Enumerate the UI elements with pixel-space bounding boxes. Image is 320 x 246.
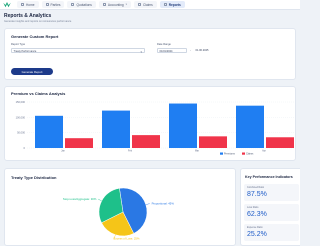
nav-label: Quotations bbox=[76, 2, 92, 7]
kpi-label: Expense Ratio bbox=[247, 226, 263, 229]
main-nav: Home Parties Quotations Accounting ▾ Cla… bbox=[17, 1, 185, 8]
kpi-label: Combined Ratio bbox=[247, 186, 265, 189]
generate-report-title: Generate Custom Report bbox=[11, 34, 59, 39]
pie-label: Proportional: 45% bbox=[152, 202, 175, 206]
date-to-input[interactable]: 01.06.2025 bbox=[194, 48, 228, 53]
treaty-distribution-card: Treaty Type Distribution Proportional: 4… bbox=[4, 168, 236, 246]
bar-claims bbox=[132, 135, 160, 148]
kpi-combined-ratio: Combined Ratio 87.5% bbox=[244, 184, 299, 201]
y-tick-label: 0 bbox=[24, 146, 26, 150]
generate-report-card: Generate Custom Report Report Type Treat… bbox=[4, 28, 296, 80]
date-separator: - bbox=[190, 49, 191, 52]
bar-claims bbox=[266, 137, 294, 148]
nav-item-accounting[interactable]: Accounting ▾ bbox=[98, 1, 131, 8]
report-type-select[interactable]: Treaty Performance ▾ bbox=[11, 48, 145, 54]
legend-label: Premiums bbox=[224, 153, 236, 156]
page-subtitle: Generate insights and reports on reinsur… bbox=[4, 20, 72, 23]
bar-premiums bbox=[102, 110, 130, 148]
premium-claims-chart-card: Premium vs Claims Analysis 0 50,000 100,00… bbox=[4, 86, 296, 161]
legend-swatch bbox=[220, 152, 223, 155]
legend-swatch bbox=[242, 152, 245, 155]
pie-label-line bbox=[98, 198, 102, 202]
chart-icon bbox=[163, 3, 167, 6]
kpi-value: 25.2% bbox=[247, 231, 267, 238]
chevron-down-icon: ▾ bbox=[140, 49, 142, 54]
nav-item-quotations[interactable]: Quotations bbox=[67, 1, 96, 8]
date-to-value: 01.06.2025 bbox=[195, 48, 209, 52]
calculator-icon bbox=[102, 3, 106, 6]
pie-label: Excess of Loss: 25% bbox=[114, 237, 140, 241]
chevron-down-icon: ▾ bbox=[125, 3, 127, 6]
kpi-loss-ratio: Loss Ratio 62.3% bbox=[244, 204, 299, 221]
pie-label: Stop-Loss/Aggregate: 30% bbox=[63, 197, 97, 201]
users-icon bbox=[45, 3, 49, 6]
kpi-title: Key Performance Indicators bbox=[245, 175, 293, 179]
bar-premiums bbox=[236, 105, 264, 148]
clipboard-icon bbox=[137, 3, 141, 6]
date-from-value: 01/01/2024 bbox=[159, 49, 173, 53]
top-nav-bar: Home Parties Quotations Accounting ▾ Cla… bbox=[0, 0, 300, 10]
report-type-label: Report Type bbox=[11, 43, 26, 46]
kpi-expense-ratio: Expense Ratio 25.2% bbox=[244, 224, 299, 241]
y-tick-label: 150,000 bbox=[16, 100, 26, 104]
nav-item-parties[interactable]: Parties bbox=[41, 1, 65, 8]
y-tick-label: 100,000 bbox=[16, 115, 26, 119]
x-tick-label: Jan bbox=[61, 150, 66, 153]
bar-premiums bbox=[35, 115, 63, 148]
nav-label: Claims bbox=[142, 2, 153, 7]
nav-label: Reports bbox=[168, 2, 181, 7]
nav-item-reports[interactable]: Reports bbox=[159, 1, 185, 8]
kpi-value: 87.5% bbox=[247, 191, 267, 198]
kpi-value: 62.3% bbox=[247, 211, 267, 218]
bar-claims bbox=[199, 136, 227, 148]
page-header: Reports & Analytics Generate insights an… bbox=[4, 13, 71, 23]
x-tick-label: Mar bbox=[195, 150, 199, 153]
kpi-card: Key Performance Indicators Combined Rati… bbox=[240, 168, 300, 246]
page-title: Reports & Analytics bbox=[4, 13, 52, 19]
report-type-value: Treaty Performance bbox=[13, 49, 37, 53]
bar-premiums bbox=[169, 103, 197, 148]
date-from-input[interactable]: 01/01/2024 bbox=[157, 48, 187, 53]
brand-logo-icon[interactable] bbox=[3, 1, 11, 8]
y-tick-label: 50,000 bbox=[17, 131, 25, 135]
nav-label: Accounting bbox=[107, 2, 124, 7]
nav-item-home[interactable]: Home bbox=[17, 1, 39, 8]
date-range-label: Date Range bbox=[157, 43, 171, 46]
x-tick-label: Feb bbox=[128, 150, 133, 153]
nav-item-claims[interactable]: Claims bbox=[133, 1, 157, 8]
premium-claims-bar-chart: 0 50,000 100,000 150,000 Jan Feb Mar Apr Premium… bbox=[16, 100, 295, 156]
bar-claims bbox=[65, 138, 93, 148]
treaty-type-pie-chart: Proportional: 45% Excess of Loss: 25% Stop… bbox=[63, 187, 175, 241]
legend-label: Claims bbox=[246, 153, 254, 156]
nav-label: Home bbox=[26, 2, 35, 7]
document-icon bbox=[71, 3, 75, 6]
kpi-label: Loss Ratio bbox=[247, 206, 259, 209]
nav-label: Parties bbox=[50, 2, 61, 7]
x-tick-label: Apr bbox=[262, 150, 266, 153]
home-icon bbox=[21, 3, 24, 6]
pie-label-line bbox=[145, 203, 150, 205]
generate-report-button[interactable]: Generate Report bbox=[11, 68, 53, 75]
